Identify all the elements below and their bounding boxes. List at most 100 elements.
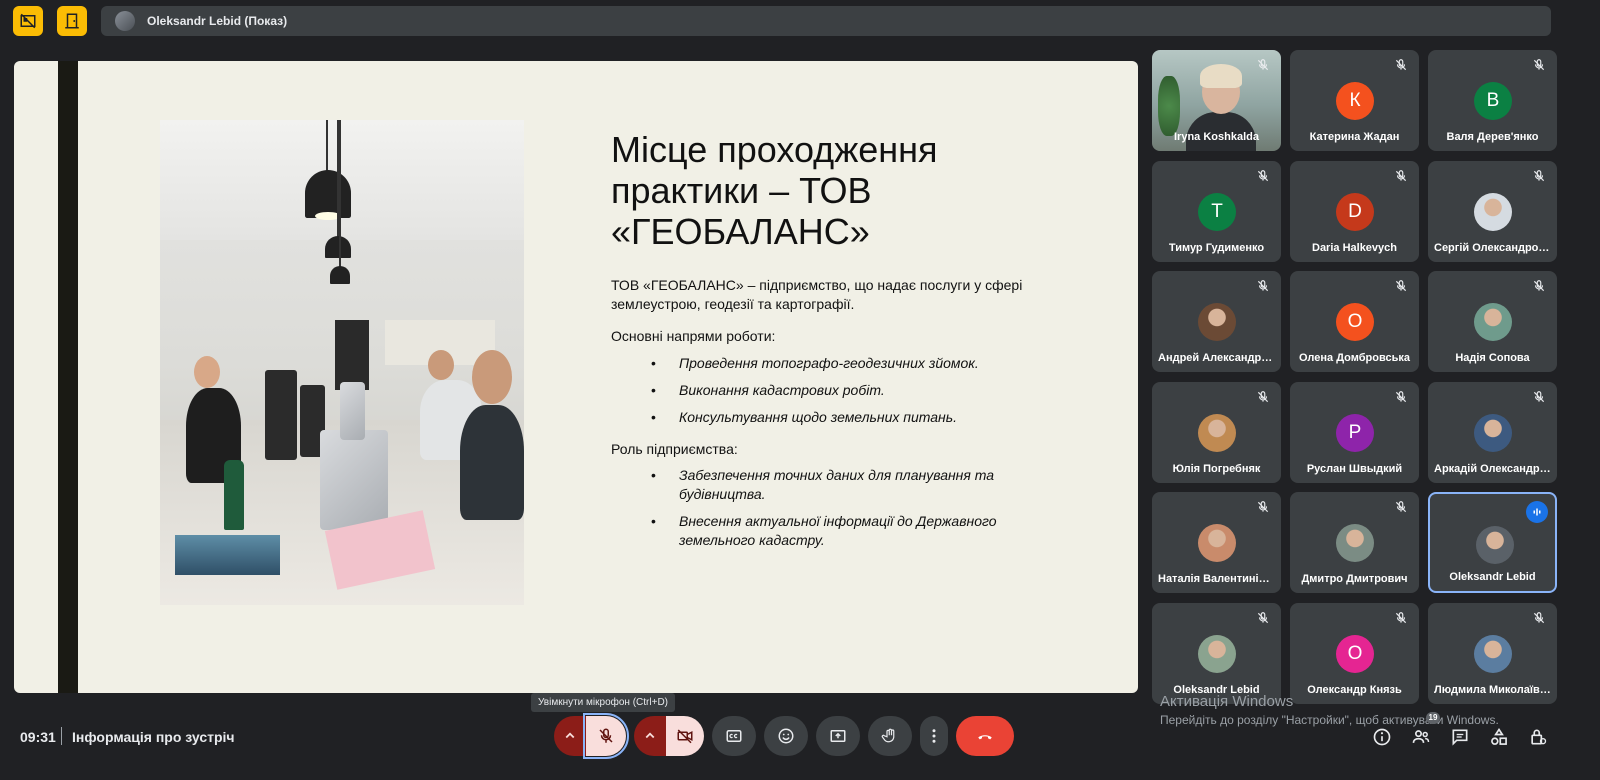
participant-name: Daria Halkevych: [1312, 242, 1397, 254]
avatar: Р: [1336, 414, 1374, 452]
list-item: Забезпечення точних даних для планування…: [651, 466, 1041, 504]
participant-tile[interactable]: Р Руслан Швыдкий: [1290, 382, 1419, 483]
emoji-icon: [778, 728, 794, 744]
participant-tile[interactable]: D Daria Halkevych: [1290, 161, 1419, 262]
participant-name: Тимур Гудименко: [1168, 242, 1265, 254]
chat-icon: [1452, 729, 1468, 746]
mic-off-icon: [1392, 388, 1410, 406]
participant-tile[interactable]: О Олена Домбровська: [1290, 271, 1419, 372]
mic-off-icon: [1254, 498, 1272, 516]
audio-options-button[interactable]: [554, 716, 586, 756]
mic-off-icon: [1530, 609, 1548, 627]
hide-tiles-button[interactable]: [13, 6, 43, 36]
participant-tile[interactable]: Oleksandr Lebid: [1152, 603, 1281, 704]
raise-hand-button[interactable]: [868, 716, 912, 756]
participant-tile[interactable]: Дмитро Дмитрович: [1290, 492, 1419, 593]
participant-name: Сергій Олександрович: [1434, 242, 1551, 254]
list-item: Виконання кадастрових робіт.: [651, 381, 1041, 400]
participant-name: Юлія Погребняк: [1172, 463, 1261, 475]
video-options-button[interactable]: [634, 716, 666, 756]
present-button[interactable]: [816, 716, 860, 756]
participant-tile[interactable]: Людмила Миколаївна: [1428, 603, 1557, 704]
chat-button[interactable]: [1449, 726, 1471, 748]
captions-icon: [726, 730, 742, 742]
participant-tile[interactable]: В Валя Дерев'янко: [1428, 50, 1557, 151]
avatar: [1476, 526, 1514, 564]
door-button[interactable]: [57, 6, 87, 36]
speaking-indicator-icon: [1526, 501, 1548, 523]
participant-tile[interactable]: Наталія Валентинівна: [1152, 492, 1281, 593]
list-item: Консультування щодо земельних питань.: [651, 408, 1041, 427]
activities-button[interactable]: [1488, 726, 1510, 748]
info-icon: [1373, 728, 1391, 746]
participant-tile[interactable]: Аркадій Олександрович: [1428, 382, 1557, 483]
emoji-button[interactable]: [764, 716, 808, 756]
avatar: К: [1336, 82, 1374, 120]
meeting-info-link[interactable]: Інформація про зустріч: [72, 729, 235, 745]
avatar: О: [1336, 303, 1374, 341]
avatar: [1198, 635, 1236, 673]
hang-up-icon: [978, 735, 992, 740]
participant-name: Олександр Князь: [1307, 684, 1402, 696]
mic-off-icon: [1530, 167, 1548, 185]
mic-off-icon: [1254, 56, 1272, 74]
meeting-clock: 09:31: [20, 729, 56, 745]
participant-tile[interactable]: К Катерина Жадан: [1290, 50, 1419, 151]
slide-section-2: Роль підприємства:: [611, 441, 738, 457]
participant-tile[interactable]: Т Тимур Гудименко: [1152, 161, 1281, 262]
mic-tooltip: Увімкнути мікрофон (Ctrl+D): [531, 693, 675, 712]
captions-button[interactable]: [712, 716, 756, 756]
participant-name: Валя Дерев'янко: [1446, 131, 1539, 143]
mic-off-icon: [1254, 388, 1272, 406]
office-photo: [160, 120, 524, 605]
list-item: Внесення актуальної інформації до Держав…: [651, 512, 1041, 550]
camera-toggle-button[interactable]: [666, 716, 704, 756]
avatar: [1198, 524, 1236, 562]
present-icon: [830, 730, 846, 742]
raise-hand-icon: [881, 728, 895, 743]
presenter-bar[interactable]: Oleksandr Lebid (Показ): [101, 6, 1551, 36]
divider: [61, 727, 62, 745]
meeting-details-button[interactable]: [1371, 726, 1393, 748]
participant-tile[interactable]: Андрей Александрович: [1152, 271, 1281, 372]
slide-list-2: Забезпечення точних даних для планування…: [651, 466, 1041, 558]
list-item: Проведення топографо-геодезичних зйомок.: [651, 354, 1041, 373]
avatar: [1474, 635, 1512, 673]
avatar: В: [1474, 82, 1512, 120]
chevron-up-icon: [645, 732, 655, 739]
participant-tile[interactable]: Юлія Погребняк: [1152, 382, 1281, 483]
participant-tile[interactable]: Сергій Олександрович: [1428, 161, 1557, 262]
mic-off-icon: [1392, 277, 1410, 295]
windows-activation-text: Перейдіть до розділу "Настройки", щоб ак…: [1160, 713, 1499, 727]
presenter-name: Oleksandr Lebid (Показ): [147, 14, 288, 28]
mic-toggle-button[interactable]: [583, 713, 629, 759]
mic-off-icon: [1530, 277, 1548, 295]
participant-tile[interactable]: Oleksandr Lebid: [1428, 492, 1557, 593]
avatar: О: [1336, 635, 1374, 673]
leave-call-button[interactable]: [956, 716, 1014, 756]
mic-off-icon: [1392, 56, 1410, 74]
host-controls-button[interactable]: [1527, 726, 1549, 748]
avatar: D: [1336, 193, 1374, 231]
avatar: [1474, 414, 1512, 452]
windows-activation-title: Активація Windows: [1160, 693, 1294, 710]
hide-tiles-icon: [20, 13, 36, 29]
people-button[interactable]: [1410, 726, 1432, 748]
participant-name: Наталія Валентинівна: [1158, 573, 1275, 585]
participant-name: Людмила Миколаївна: [1434, 684, 1551, 696]
avatar: [1474, 303, 1512, 341]
slide-title: Місце проходження практики – ТОВ «ГЕОБАЛ…: [611, 129, 938, 252]
presentation-slide: Місце проходження практики – ТОВ «ГЕОБАЛ…: [14, 61, 1138, 693]
participant-tile[interactable]: Надія Сопова: [1428, 271, 1557, 372]
mic-off-icon: [1392, 498, 1410, 516]
participant-name: Руслан Швыдкий: [1306, 463, 1403, 475]
participant-name: Катерина Жадан: [1309, 131, 1400, 143]
presenter-avatar: [115, 11, 135, 31]
participant-tile[interactable]: Iryna Koshkalda: [1152, 50, 1281, 151]
participants-count-badge: 19: [1426, 712, 1440, 724]
participant-tile[interactable]: О Олександр Князь: [1290, 603, 1419, 704]
more-options-button[interactable]: [920, 716, 948, 756]
avatar: Т: [1198, 193, 1236, 231]
camera-off-icon: [677, 729, 693, 744]
more-vert-icon: [932, 729, 936, 743]
